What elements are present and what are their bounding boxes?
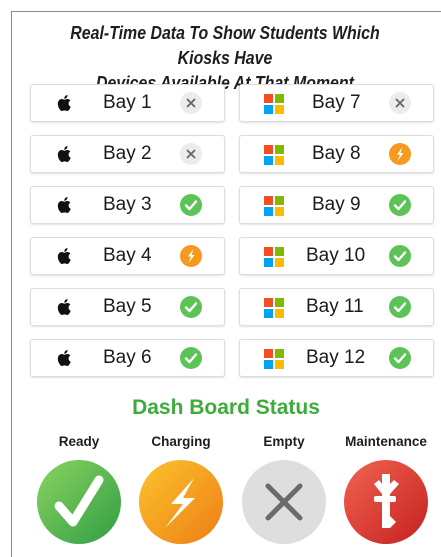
apple-icon bbox=[55, 297, 75, 317]
bay-label: Bay 4 bbox=[103, 245, 152, 266]
legend-empty-badge bbox=[242, 460, 326, 544]
bay-label: Bay 10 bbox=[306, 245, 366, 266]
x-status-icon bbox=[388, 91, 412, 115]
legend-label-maintenance: Maintenance bbox=[345, 434, 427, 449]
wrench-icon bbox=[344, 460, 428, 544]
apple-icon bbox=[55, 195, 75, 215]
apple-icon bbox=[55, 246, 75, 266]
bay-card: Bay 5 bbox=[30, 288, 225, 326]
bay-card: Bay 3 bbox=[30, 186, 225, 224]
windows-icon bbox=[264, 145, 284, 165]
bay-card: Bay 9 bbox=[239, 186, 434, 224]
apple-icon bbox=[55, 93, 75, 113]
check-status-icon bbox=[179, 193, 203, 217]
x-status-icon bbox=[179, 142, 203, 166]
bay-label: Bay 11 bbox=[306, 296, 364, 317]
bay-label: Bay 6 bbox=[103, 347, 152, 368]
bay-card: Bay 1 bbox=[30, 84, 225, 122]
check-status-icon bbox=[388, 244, 412, 268]
check-status-icon bbox=[388, 193, 412, 217]
bay-card: Bay 6 bbox=[30, 339, 225, 377]
bay-card: Bay 12 bbox=[239, 339, 434, 377]
dashboard-heading: Dash Board Status bbox=[132, 396, 320, 419]
checkmark-icon bbox=[37, 460, 121, 544]
apple-icon bbox=[55, 348, 75, 368]
bay-label: Bay 1 bbox=[103, 92, 152, 113]
bay-label: Bay 12 bbox=[306, 347, 366, 368]
bay-card: Bay 4 bbox=[30, 237, 225, 275]
check-status-icon bbox=[179, 346, 203, 370]
apple-icon bbox=[55, 144, 75, 164]
bay-label: Bay 2 bbox=[103, 143, 152, 164]
bay-label: Bay 5 bbox=[103, 296, 152, 317]
bay-card: Bay 8 bbox=[239, 135, 434, 173]
bay-card: Bay 7 bbox=[239, 84, 434, 122]
windows-icon bbox=[264, 196, 284, 216]
bay-label: Bay 3 bbox=[103, 194, 152, 215]
title-line-1: Real-Time Data To Show Students Which Ki… bbox=[70, 22, 380, 68]
legend-maintenance-badge bbox=[344, 460, 428, 544]
x-icon bbox=[242, 460, 326, 544]
lightning-icon bbox=[139, 460, 223, 544]
windows-icon bbox=[264, 349, 284, 369]
x-status-icon bbox=[179, 91, 203, 115]
legend-ready-badge bbox=[37, 460, 121, 544]
legend-label-ready: Ready bbox=[58, 434, 100, 449]
legend-label-empty: Empty bbox=[263, 434, 305, 449]
windows-icon bbox=[264, 247, 284, 267]
charging-status-icon bbox=[388, 142, 412, 166]
bay-card: Bay 11 bbox=[239, 288, 434, 326]
legend-label-charging: Charging bbox=[151, 434, 211, 449]
charging-status-icon bbox=[179, 244, 203, 268]
check-status-icon bbox=[388, 295, 412, 319]
bay-card: Bay 2 bbox=[30, 135, 225, 173]
windows-icon bbox=[264, 298, 284, 318]
bay-label: Bay 8 bbox=[312, 143, 361, 164]
check-status-icon bbox=[388, 346, 412, 370]
check-status-icon bbox=[179, 295, 203, 319]
legend-charging-badge bbox=[139, 460, 223, 544]
bay-card: Bay 10 bbox=[239, 237, 434, 275]
bay-label: Bay 9 bbox=[312, 194, 361, 215]
windows-icon bbox=[264, 94, 284, 114]
bay-label: Bay 7 bbox=[312, 92, 361, 113]
